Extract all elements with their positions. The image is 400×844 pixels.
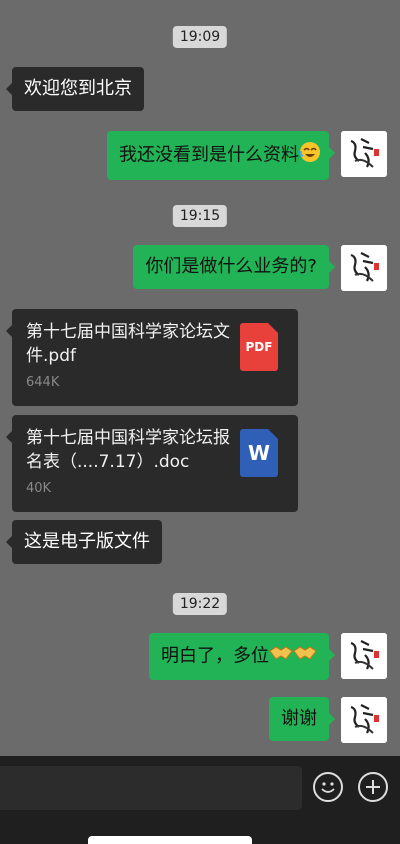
avatar[interactable]: [341, 697, 387, 743]
outgoing-message[interactable]: 明白了，多位: [149, 633, 335, 680]
outgoing-message[interactable]: 你们是做什么业务的?: [133, 245, 335, 289]
file-message[interactable]: 第十七届中国科学家论坛报名表（....7.17）.doc 40K W: [6, 415, 298, 512]
message-text: 这是电子版文件: [24, 531, 150, 552]
outgoing-message[interactable]: 谢谢: [269, 697, 335, 741]
file-message[interactable]: 第十七届中国科学家论坛文件.pdf 644K PDF: [6, 309, 298, 406]
timestamp: 19:09: [172, 26, 228, 48]
message-text: 谢谢: [281, 708, 317, 729]
file-icon-label: PDF: [245, 340, 273, 354]
message-text: 我还没看到是什么资料: [119, 144, 299, 166]
file-name: 第十七届中国科学家论坛报名表（....7.17）.doc: [26, 428, 230, 472]
word-file-icon: W: [240, 429, 278, 477]
home-indicator: [88, 836, 252, 844]
add-icon[interactable]: [358, 772, 388, 802]
file-size: 644K: [26, 375, 60, 390]
message-text: 你们是做什么业务的?: [145, 256, 317, 277]
message-text: 欢迎您到北京: [24, 78, 132, 99]
handshake-icon: [293, 643, 317, 670]
message-text: 明白了，多位: [161, 645, 269, 667]
message-input[interactable]: [0, 766, 302, 810]
file-icon-label: W: [247, 441, 271, 465]
pdf-file-icon: PDF: [240, 323, 278, 371]
handshake-icon: [269, 643, 293, 670]
emoji-icon[interactable]: [313, 772, 343, 802]
timestamp: 19:22: [172, 593, 228, 615]
input-bar: [0, 756, 400, 844]
incoming-message[interactable]: 欢迎您到北京: [6, 67, 144, 111]
incoming-message[interactable]: 这是电子版文件: [6, 520, 162, 564]
avatar[interactable]: [341, 633, 387, 679]
file-name: 第十七届中国科学家论坛文件.pdf: [26, 322, 230, 366]
chat-area[interactable]: 19:09 欢迎您到北京 我还没看到是什么资料 19:15 你们是做什么业务的?…: [0, 0, 400, 756]
avatar[interactable]: [341, 245, 387, 291]
avatar[interactable]: [341, 131, 387, 177]
outgoing-message[interactable]: 我还没看到是什么资料: [107, 131, 335, 180]
file-size: 40K: [26, 481, 52, 496]
timestamp: 19:15: [172, 205, 228, 227]
laughing-crying-face-icon: [299, 141, 321, 170]
